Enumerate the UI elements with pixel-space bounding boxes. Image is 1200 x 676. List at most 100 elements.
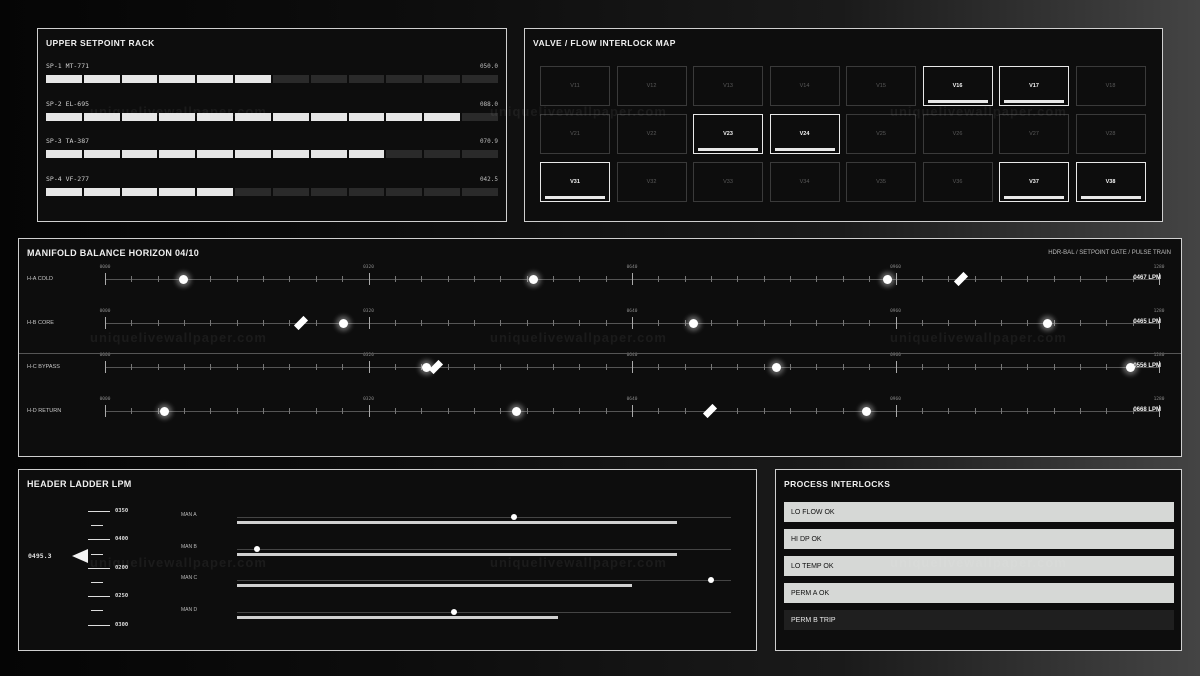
track-tick (315, 276, 317, 282)
setpoint-label: SP-1 MT-771 (46, 62, 90, 70)
track-tick (289, 408, 291, 414)
track-tick (737, 364, 739, 370)
track-tick (236, 320, 238, 326)
valve-cell-v31[interactable]: V31 (540, 162, 610, 202)
scale-label: 0320 (363, 309, 374, 314)
manifold-marker[interactable] (510, 514, 517, 520)
manifold-row-label: H-C BYPASS (27, 364, 60, 370)
valve-cell-v24[interactable]: V24 (769, 114, 840, 154)
setpoint-segment (386, 150, 423, 158)
setpoint-segment (121, 75, 158, 83)
interlock-item: LO FLOW OK (784, 502, 1174, 522)
track-tick (263, 364, 265, 370)
manifold-divider (19, 353, 1181, 354)
setpoint-segment (462, 187, 498, 196)
track-tick (552, 276, 554, 282)
track-tick (368, 317, 370, 329)
setpoint-segment (348, 112, 385, 121)
scale-label: 0000 (99, 397, 111, 402)
setpoint-segment (424, 112, 461, 121)
setpoint-segment (159, 187, 196, 196)
track-tick (816, 320, 818, 326)
valve-cell-v22[interactable]: V22 (616, 114, 687, 154)
track-tick (579, 320, 581, 326)
valve-cell-v14[interactable]: V14 (769, 66, 840, 106)
track-tick (447, 276, 449, 282)
track-tick (605, 320, 607, 326)
valve-cell-v21[interactable]: V21 (540, 114, 610, 154)
track-tick (895, 405, 897, 417)
ladder-label: 0250 (115, 593, 129, 600)
track-tick (632, 405, 633, 417)
ladder-label: 0400 (115, 536, 129, 543)
track-tick (315, 408, 317, 414)
scale-label: 0960 (890, 309, 901, 314)
scale-label: 0000 (99, 309, 111, 314)
valve-cell-v27[interactable]: V27 (999, 114, 1069, 154)
valve-cell-v34[interactable]: V34 (769, 162, 840, 202)
valve-cell-v38[interactable]: V38 (1075, 162, 1146, 202)
valve-cell-v37[interactable]: V37 (999, 162, 1069, 202)
ladder-tick (88, 624, 110, 626)
valve-cell-v32[interactable]: V32 (616, 162, 687, 202)
track-tick (342, 276, 344, 282)
manifold-marker[interactable] (253, 545, 260, 552)
ladder-tick (88, 539, 110, 541)
setpoint-label: SP-4 VF-277 (46, 174, 90, 183)
valve-cell-v12[interactable]: V12 (616, 66, 687, 106)
setpoint-bar (46, 75, 498, 83)
setpoint-gate-marker (428, 359, 444, 375)
manifold-row-label: H-D RETURN (27, 408, 62, 414)
track-tick (1106, 276, 1108, 282)
track-tick (289, 276, 291, 282)
valve-cell-v36[interactable]: V36 (922, 162, 993, 202)
valve-cell-v28[interactable]: V28 (1075, 114, 1146, 154)
track-tick (1000, 320, 1002, 326)
manifold-flow-bar (237, 552, 677, 556)
setpoint-segment (310, 187, 347, 196)
setpoint-value: 070.9 (479, 138, 498, 145)
manifold-marker[interactable] (708, 577, 715, 583)
track-tick (1053, 364, 1055, 370)
manifold-row-label: H-A COLD (27, 276, 53, 282)
manifold-label: MAN A (181, 512, 197, 518)
track-tick (263, 276, 265, 282)
track-tick (684, 276, 686, 282)
track-tick (948, 320, 950, 326)
track-tick (658, 408, 660, 414)
track-tick (1053, 408, 1055, 414)
setpoint-segment (197, 150, 234, 158)
setpoint-value: 088.0 (479, 100, 498, 108)
valve-cell-v25[interactable]: V25 (846, 114, 916, 154)
track-tick (737, 320, 739, 326)
valve-cell-v11[interactable]: V11 (540, 66, 610, 106)
valve-cell-v13[interactable]: V13 (693, 66, 763, 106)
track-tick (658, 364, 660, 370)
setpoint-segment (235, 187, 271, 196)
valve-cell-v16[interactable]: V16 (922, 66, 993, 106)
manifold-marker[interactable] (451, 608, 458, 615)
valve-cell-v15[interactable]: V15 (846, 66, 916, 106)
scale-label: 0320 (363, 265, 374, 270)
valve-cell-v33[interactable]: V33 (693, 162, 763, 202)
scale-label: 0640 (626, 397, 638, 402)
track-tick (157, 320, 159, 326)
manifold-track: 0000 0320 0640 0960 1280 0465 LPM (100, 309, 1164, 331)
track-tick (790, 408, 792, 414)
track-tick (1053, 320, 1055, 326)
valve-cell-v35[interactable]: V35 (846, 162, 916, 202)
track-tick (842, 276, 844, 282)
valve-cell-v23[interactable]: V23 (693, 114, 763, 154)
track-tick (421, 320, 423, 326)
track-tick (895, 273, 897, 285)
track-tick (921, 364, 923, 370)
header-ladder-panel: HEADER LADDER LPM 0495.3 0350 0400 0200 025… (18, 469, 757, 651)
track-tick (711, 364, 713, 370)
valve-cell-v18[interactable]: V18 (1075, 66, 1146, 106)
valve-cell-v17[interactable]: V17 (999, 66, 1069, 106)
track-tick (105, 405, 106, 417)
track-tick (816, 276, 818, 282)
valve-cell-v26[interactable]: V26 (922, 114, 993, 154)
manifold-guide-line (237, 517, 731, 518)
scale-label: 0320 (363, 397, 374, 402)
